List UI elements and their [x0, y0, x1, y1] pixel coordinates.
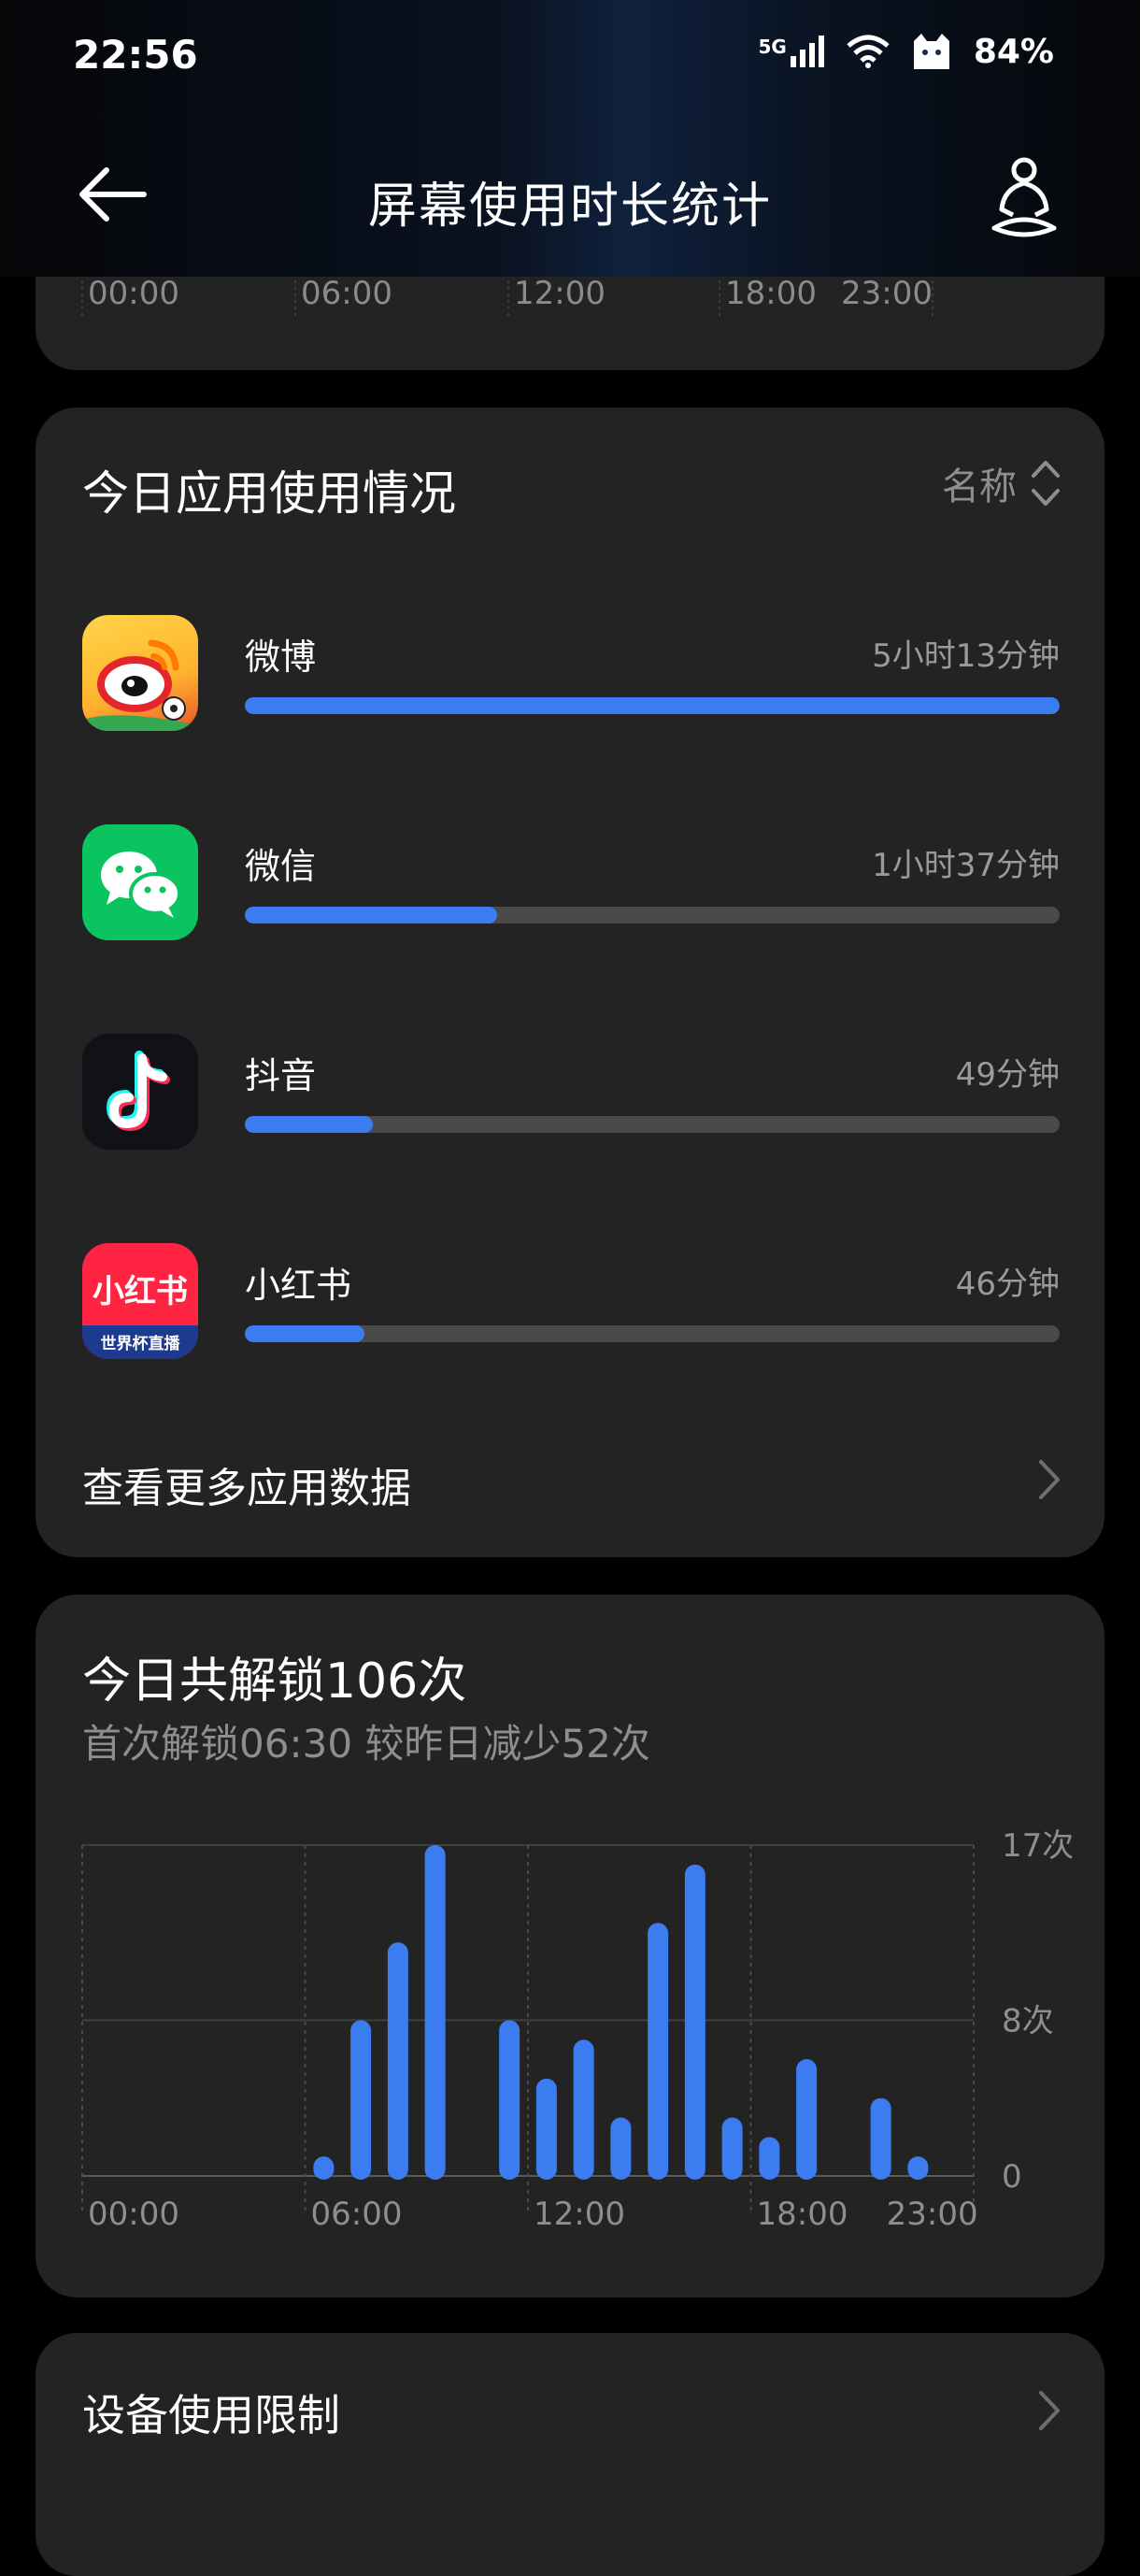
page-title: 屏幕使用时长统计 — [367, 179, 772, 235]
app-time: 49分钟 — [955, 1056, 1060, 1094]
x-tick-label: 06:00 — [311, 2196, 403, 2233]
chart-bar — [499, 2020, 520, 2180]
top-bar: 22:56 5G 84% 屏幕使用时长统计 — [0, 0, 1140, 277]
status-time: 22:56 — [73, 32, 198, 78]
usage-bar-fill — [245, 1116, 373, 1133]
app-time: 5小时13分钟 — [872, 637, 1060, 675]
chart-bar — [759, 2137, 780, 2180]
xiaohongshu-logo-text: 小红书 — [93, 1273, 188, 1310]
status-icons: 5G 84% — [758, 32, 1054, 71]
usage-bar-track — [245, 1325, 1060, 1342]
sort-label: 名称 — [942, 465, 1017, 508]
chart-bar — [907, 2156, 929, 2180]
device-limit-label: 设备使用限制 — [82, 2390, 340, 2440]
meditation-icon — [991, 157, 1057, 237]
app-row-wechat[interactable]: 微信 1小时37分钟 — [82, 824, 1060, 944]
douyin-app-icon — [82, 1034, 198, 1150]
chevron-right-icon — [1039, 1460, 1060, 1499]
chart-bar — [387, 1942, 408, 2180]
app-name: 微博 — [245, 637, 317, 678]
weibo-app-icon — [82, 615, 198, 731]
app-name: 抖音 — [245, 1055, 317, 1096]
axis-label-1800: 18:00 — [725, 275, 817, 312]
x-tick-label: 23:00 — [887, 2196, 978, 2233]
app-row-douyin[interactable]: 抖音 49分钟 — [82, 1034, 1060, 1153]
y-tick-label: 0 — [1002, 2158, 1022, 2196]
app-time: 46分钟 — [955, 1266, 1060, 1303]
usage-bar-track — [245, 1116, 1060, 1133]
unlock-stats-card: 今日共解锁106次 首次解锁06:30 较昨日减少52次 17次 8次 0 00:00… — [36, 1595, 1104, 2297]
xiaohongshu-badge-text: 世界杯直播 — [100, 1335, 180, 1353]
axis-label-2300: 23:00 — [841, 275, 933, 312]
chart-bar — [648, 1923, 669, 2180]
chart-bar — [684, 1864, 705, 2180]
wechat-app-icon — [82, 824, 198, 940]
x-tick-label: 18:00 — [757, 2196, 848, 2233]
app-name: 小红书 — [245, 1265, 352, 1306]
chart-bar — [350, 2020, 372, 2180]
usage-bar-track — [245, 907, 1060, 923]
more-app-data-link[interactable]: 查看更多应用数据 — [82, 1445, 1063, 1512]
axis-label-0000: 00:00 — [88, 275, 179, 312]
axis-label-1200: 12:00 — [514, 275, 606, 312]
usage-bar-fill — [245, 1325, 365, 1342]
usage-bar-fill — [245, 697, 1060, 714]
x-tick-label: 00:00 — [88, 2196, 179, 2233]
app-time: 1小时37分钟 — [872, 847, 1060, 884]
app-row-weibo[interactable]: 微博 5小时13分钟 — [82, 615, 1060, 735]
signal-icon: 5G — [758, 36, 827, 67]
chart-bar — [313, 2156, 335, 2180]
device-limit-card[interactable]: 设备使用限制 — [36, 2333, 1104, 2576]
unlock-bar-chart: 17次 8次 0 00:00 06:00 12:00 18:00 23:00 — [81, 1827, 1074, 2233]
chart-bar — [870, 2097, 891, 2180]
sort-updown-icon — [1032, 461, 1060, 506]
cat-battery-icon — [913, 34, 949, 69]
y-tick-label: 17次 — [1002, 1827, 1074, 1865]
battery-level: 84% — [973, 32, 1054, 71]
usage-bar-track — [245, 697, 1060, 714]
chart-bar — [573, 2039, 594, 2180]
app-usage-card: 今日应用使用情况 名称 微博 5小时13分钟 微信 1小时37分钟 抖音 49分… — [36, 408, 1104, 1557]
chart-bar — [721, 2117, 743, 2180]
chart-bar — [535, 2078, 557, 2180]
focus-mode-button[interactable] — [987, 155, 1062, 237]
more-app-data-label: 查看更多应用数据 — [82, 1465, 411, 1512]
chevron-right-icon — [1039, 2391, 1060, 2430]
usage-bar-fill — [245, 907, 498, 923]
app-usage-title: 今日应用使用情况 — [82, 466, 456, 521]
chart-bar — [424, 1845, 446, 2180]
y-tick-label: 8次 — [1002, 2002, 1054, 2039]
app-name: 微信 — [245, 846, 317, 887]
app-row-xiaohongshu[interactable]: 小红书 世界杯直播 小红书 46分钟 — [82, 1243, 1060, 1363]
axis-label-0600: 06:00 — [301, 275, 392, 312]
xiaohongshu-app-icon: 小红书 世界杯直播 — [82, 1243, 198, 1359]
x-tick-label: 12:00 — [534, 2196, 625, 2233]
sort-toggle[interactable]: 名称 — [942, 456, 1062, 510]
chart-bar — [610, 2117, 632, 2180]
chart-bar — [796, 2059, 818, 2180]
wifi-icon — [847, 35, 890, 68]
